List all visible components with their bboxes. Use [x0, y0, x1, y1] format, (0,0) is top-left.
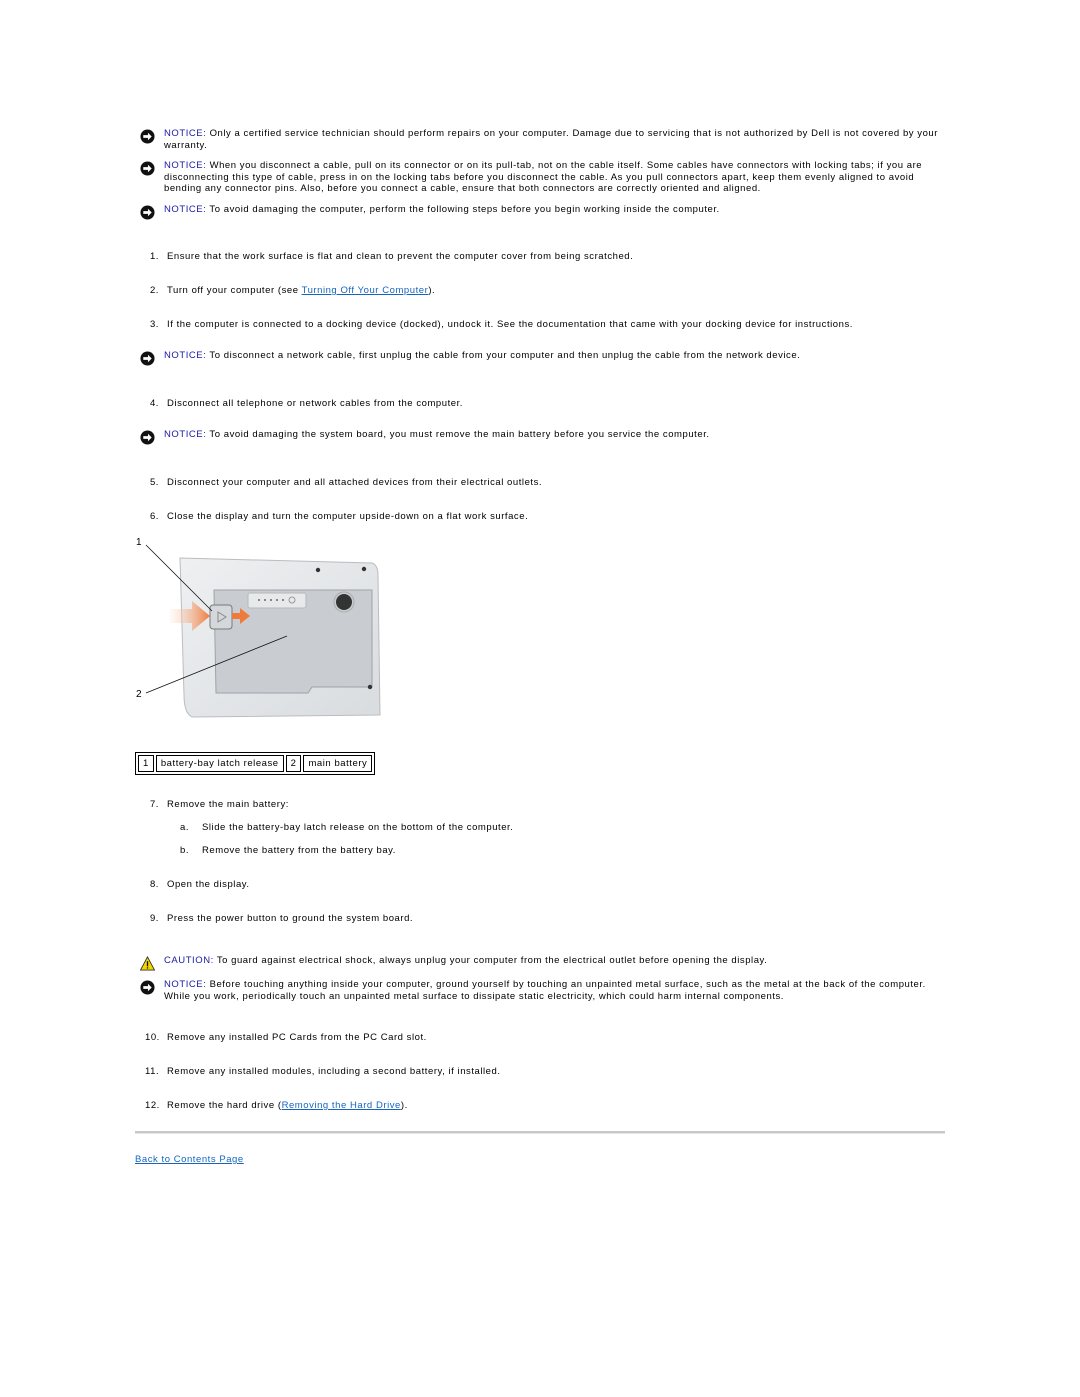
- legend-label: main battery: [303, 755, 373, 772]
- step-text: If the computer is connected to a dockin…: [167, 319, 853, 330]
- notice-text: To avoid damaging the computer, perform …: [206, 204, 720, 215]
- notice-text: Only a certified service technician shou…: [164, 128, 938, 151]
- notice-label: NOTICE:: [164, 204, 207, 215]
- substep-letter: a.: [180, 822, 190, 833]
- notice-text: When you disconnect a cable, pull on its…: [164, 160, 923, 195]
- back-to-contents-link[interactable]: Back to Contents Page: [135, 1154, 244, 1165]
- caution-text: To guard against electrical shock, alway…: [213, 955, 768, 966]
- notice-label: NOTICE:: [164, 429, 207, 440]
- figure-legend-table: 1 battery-bay latch release 2 main batte…: [135, 752, 376, 775]
- notice-arrow-icon: [140, 161, 155, 176]
- step-text: Remove the hard drive (: [167, 1100, 282, 1111]
- step-number: 8.: [149, 879, 159, 890]
- step-number: 9.: [149, 913, 159, 924]
- removing-hard-drive-link[interactable]: Removing the Hard Drive: [282, 1100, 401, 1111]
- notice-label: NOTICE:: [164, 350, 207, 361]
- horizontal-divider: [135, 1131, 945, 1134]
- substep-letter: b.: [180, 845, 190, 856]
- callout-1: 1: [136, 537, 142, 548]
- step-text: Remove any installed modules, including …: [167, 1066, 501, 1077]
- legend-number: 1: [138, 755, 154, 772]
- notice-arrow-icon: [140, 430, 155, 445]
- step-number: 4.: [149, 398, 159, 409]
- step-text: Remove the main battery:: [167, 799, 289, 810]
- legend-number: 2: [285, 755, 302, 772]
- notice-arrow-icon: [140, 129, 155, 144]
- battery-figure: 1 2: [132, 535, 387, 730]
- step-text: Turn off your computer (see: [167, 285, 302, 296]
- step-number: 10.: [145, 1032, 160, 1043]
- step-text-end: ).: [428, 285, 436, 296]
- turning-off-computer-link[interactable]: Turning Off Your Computer: [302, 285, 429, 296]
- step-number: 1.: [149, 251, 159, 262]
- step-number: 5.: [149, 477, 159, 488]
- step-text: Press the power button to ground the sys…: [167, 913, 414, 924]
- notice-label: NOTICE:: [164, 128, 207, 139]
- notice-text: Before touching anything inside your com…: [164, 979, 926, 1002]
- step-number: 12.: [145, 1100, 160, 1111]
- substep-text: Remove the battery from the battery bay.: [202, 845, 396, 856]
- callout-2: 2: [136, 689, 142, 700]
- notice-arrow-icon: [140, 205, 155, 220]
- notice-text: To disconnect a network cable, first unp…: [206, 350, 801, 361]
- step-text: Disconnect all telephone or network cabl…: [167, 398, 463, 409]
- laptop-bottom-illustration: 1 2: [136, 537, 381, 718]
- step-number: 7.: [149, 799, 159, 810]
- caution-warning-icon: [140, 956, 155, 971]
- step-text-end: ).: [400, 1100, 408, 1111]
- step-text: Remove any installed PC Cards from the P…: [167, 1032, 427, 1043]
- step-number: 11.: [145, 1066, 160, 1077]
- step-text: Close the display and turn the computer …: [167, 511, 529, 522]
- legend-label: battery-bay latch release: [155, 755, 284, 772]
- step-number: 2.: [149, 285, 159, 296]
- step-text: Disconnect your computer and all attache…: [167, 477, 543, 488]
- notice-label: NOTICE:: [164, 160, 207, 171]
- legend-row: 1 battery-bay latch release 2 main batte…: [138, 755, 373, 772]
- notice-label: NOTICE:: [164, 979, 207, 990]
- step-text: Ensure that the work surface is flat and…: [167, 251, 634, 262]
- notice-arrow-icon: [140, 351, 155, 366]
- step-number: 3.: [149, 319, 159, 330]
- substep-text: Slide the battery-bay latch release on t…: [202, 822, 514, 833]
- step-number: 6.: [149, 511, 159, 522]
- caution-label: CAUTION:: [164, 955, 214, 966]
- step-text: Open the display.: [167, 879, 250, 890]
- notice-arrow-icon: [140, 980, 155, 995]
- notice-text: To avoid damaging the system board, you …: [206, 429, 710, 440]
